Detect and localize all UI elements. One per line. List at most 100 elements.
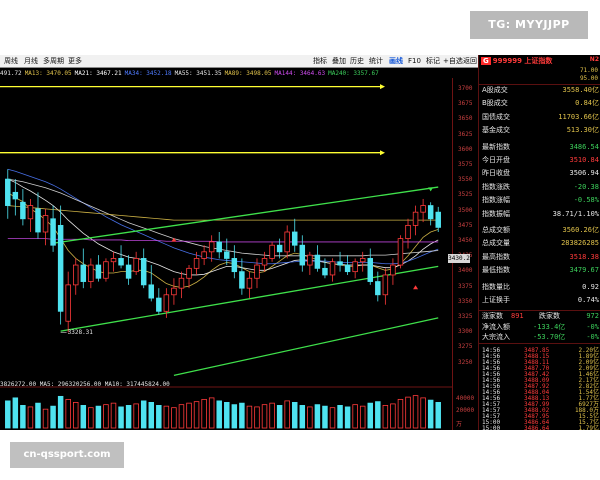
toolbar-history[interactable]: 历史 xyxy=(350,56,364,67)
price-tick-label: 3325 xyxy=(458,313,473,320)
volume-bar xyxy=(329,407,336,429)
candle-body xyxy=(412,211,419,226)
toolbar-indicator[interactable]: 指标 xyxy=(313,56,327,67)
price-tick-label: 3375 xyxy=(458,282,473,290)
block-inflow-value: -53.70亿 xyxy=(533,333,566,341)
candle-body xyxy=(178,277,185,289)
volume-bar xyxy=(35,402,41,429)
stat-value: 283826285 xyxy=(561,239,599,248)
index-code-name: 999999 上证指数 xyxy=(492,57,553,65)
kline-chart[interactable]: 3328.31 xyxy=(0,78,452,430)
price-tick-label: 3300 xyxy=(458,328,473,336)
toolbar-add-watchlist[interactable]: +自选 xyxy=(443,56,463,67)
candle-body xyxy=(110,258,117,263)
stat-row: 最新指数 3486.54 xyxy=(479,143,600,152)
moving-average-line xyxy=(7,178,439,276)
price-tick-label: 3675 xyxy=(458,100,473,108)
volume-bar xyxy=(397,398,404,429)
block-inflow-label: 大宗流入 xyxy=(482,333,510,341)
volume-bar xyxy=(103,404,109,429)
breadth-row: 涨家数 891 跌家数 972 xyxy=(479,312,600,321)
down-count-label: 跌家数 xyxy=(539,312,560,320)
toolbar-draw-line[interactable]: 画线 xyxy=(389,56,403,67)
candle-body xyxy=(261,258,268,266)
stat-row: 指数涨跌 -20.38 xyxy=(479,183,600,192)
volume-bar xyxy=(208,397,215,429)
candle-body xyxy=(224,251,230,259)
candle-body xyxy=(103,261,109,279)
toolbar-mark[interactable]: 标记 xyxy=(426,56,440,67)
moving-average-legend: 491.72 MA13: 3470.05 MA21: 3467.21 MA34: 34… xyxy=(0,69,455,78)
stat-value: 3510.84 xyxy=(569,156,599,164)
toolbar-statistics[interactable]: 统计 xyxy=(369,56,383,67)
volume-bar xyxy=(73,401,79,429)
ma-legend-item: MA21: 3467.21 xyxy=(74,70,122,77)
stat-row: 今日开盘 3510.84 xyxy=(479,156,600,165)
toolbar-more[interactable]: 更多 xyxy=(68,56,82,67)
candle-body xyxy=(57,224,64,312)
candle-body xyxy=(50,218,56,246)
candle-body xyxy=(284,231,290,253)
net-inflow-value: -133.4亿 xyxy=(533,323,566,331)
volume-bar xyxy=(261,404,268,429)
volume-bar xyxy=(57,395,64,429)
stat-value: 38.71/1.10% xyxy=(552,209,599,218)
price-tick-label: 3575 xyxy=(458,161,473,168)
stat-value: 0.74% xyxy=(577,296,599,304)
stat-label: 指数涨跌 xyxy=(482,182,510,191)
ma-legend-item: MA34: 3452.18 xyxy=(124,70,172,77)
up-count-label: 涨家数 xyxy=(482,312,503,320)
stat-value: 3558.40亿 xyxy=(562,86,599,94)
candle-body xyxy=(88,264,94,282)
block-inflow-pct: -0% xyxy=(586,333,599,341)
candle-body xyxy=(390,264,396,276)
stat-row: A股成交 3558.40亿 xyxy=(479,86,600,95)
stat-label: 总成交额 xyxy=(482,226,510,234)
candle-body xyxy=(231,258,238,273)
volume-bar xyxy=(224,401,230,429)
price-tick-label: 3700 xyxy=(458,85,473,92)
candle-body xyxy=(359,258,366,263)
toolbar-back[interactable]: 返回 xyxy=(463,56,477,67)
candle-body xyxy=(382,274,389,296)
volume-bar xyxy=(246,405,253,429)
volume-bar xyxy=(148,401,154,429)
price-tick-label: 3250 xyxy=(458,358,473,366)
toolbar-monthly[interactable]: 月线 xyxy=(24,56,38,67)
price-tick-label: 3350 xyxy=(458,297,473,305)
screenshot-canvas: 周线 月线 多周期 更多 指标 叠加 历史 统计 画线 F10 标记 +自选 返… xyxy=(0,0,600,480)
stat-row: B股成交 0.84亿 xyxy=(479,99,600,108)
toolbar-f10[interactable]: F10 xyxy=(408,56,421,67)
page-badge[interactable]: N2 xyxy=(590,56,599,63)
volume-bar xyxy=(20,405,26,429)
candle-body xyxy=(254,264,260,279)
toolbar-weekly[interactable]: 周线 xyxy=(4,56,18,67)
volume-bar xyxy=(314,404,321,429)
candle-body xyxy=(80,264,87,282)
candle-body xyxy=(299,244,306,266)
low-annotation: 3328.31 xyxy=(68,329,94,336)
site-watermark: cn-qssport.com xyxy=(10,442,124,468)
stat-row: 昨日收盘 3506.94 xyxy=(479,169,600,178)
candle-body xyxy=(27,205,34,220)
toolbar-overlay[interactable]: 叠加 xyxy=(332,56,346,67)
stat-row: 总成交额 3560.26亿 xyxy=(479,226,600,235)
candle-body xyxy=(405,224,411,240)
ma-legend-item: MA89: 3498.05 xyxy=(224,70,272,77)
volume-bar xyxy=(276,405,283,429)
panel-header: G 999999 上证指数 N2 xyxy=(479,56,600,67)
toolbar-multi-period[interactable]: 多周期 xyxy=(43,56,64,67)
candle-body xyxy=(435,211,441,228)
volume-bar xyxy=(344,406,351,429)
volume-bar xyxy=(435,401,441,429)
stat-label: 国债成交 xyxy=(482,112,510,121)
ma-legend-item: MA144: 3464.63 xyxy=(274,70,326,77)
volume-tick-label: 20000 xyxy=(456,407,475,414)
candle-body xyxy=(186,267,192,279)
down-arrow-icon xyxy=(428,187,434,192)
price-tick-label: 3525 xyxy=(458,191,473,199)
candle-body xyxy=(133,258,139,273)
volume-tick-label: 40000 xyxy=(456,395,475,402)
current-price-label: 3430.2 xyxy=(448,254,470,263)
price-tick-label: 3600 xyxy=(458,145,473,153)
